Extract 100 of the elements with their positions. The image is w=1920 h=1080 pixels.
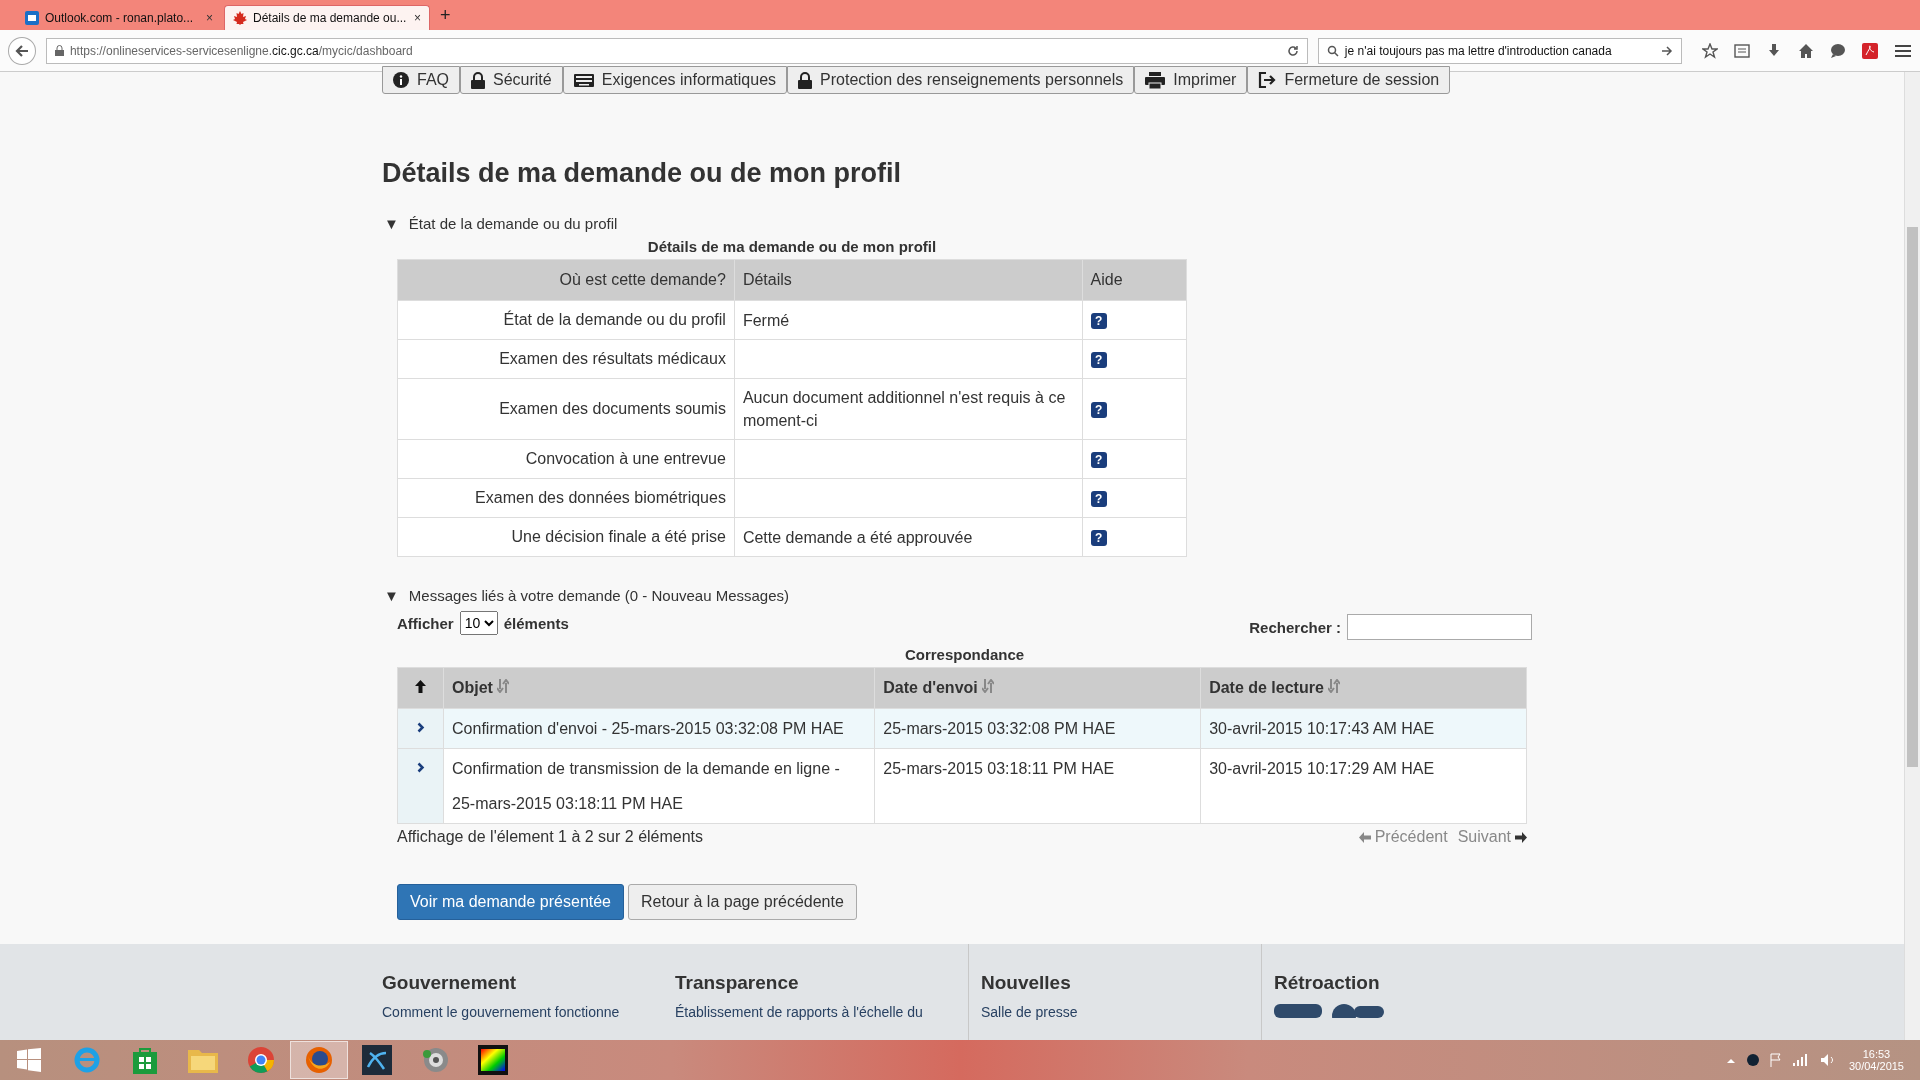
footer-link[interactable]: Comment le gouvernement fonctionne	[382, 1004, 675, 1020]
table-caption: Correspondance	[903, 646, 1026, 663]
table-cell: État de la demande ou du profil	[397, 300, 735, 340]
site-nav-link[interactable]: FAQ	[382, 66, 460, 94]
sort-up-icon[interactable]	[415, 680, 426, 693]
reload-icon[interactable]	[1286, 44, 1299, 57]
lock-icon	[54, 45, 64, 56]
search-field[interactable]: je n'ai toujours pas ma lettre d'introduction canada	[1317, 37, 1682, 64]
arrow-icon[interactable]	[1661, 44, 1673, 57]
footer-heading: Gouvernement	[382, 972, 518, 994]
mail-icon	[25, 11, 39, 25]
footer-heading: Nouvelles	[981, 972, 1072, 994]
windows-logo-icon	[17, 1048, 41, 1072]
star-icon[interactable]	[1702, 42, 1718, 59]
footer-link[interactable]: Établissement de rapports à l'échelle du	[675, 1004, 968, 1020]
table-caption: Détails de ma demande ou de mon profil	[646, 238, 938, 255]
close-tab-button[interactable]: ×	[414, 11, 421, 25]
table-cell: Examen des documents soumis	[397, 378, 735, 440]
collapse-toggle[interactable]: ▼	[384, 215, 399, 232]
search-label: Rechercher :	[1249, 618, 1341, 636]
table-cell: Cette demande a été approuvée	[734, 517, 1083, 557]
table-info: Affichage de l'élement 1 à 2 sur 2 éléments	[397, 828, 704, 846]
scrollbar[interactable]	[1904, 72, 1920, 1040]
site-nav-link[interactable]: Exigences informatiques	[562, 66, 788, 94]
section-toggle[interactable]: État de la demande ou du profil	[408, 215, 618, 232]
folder-icon	[188, 1047, 218, 1073]
table-cell: Confirmation d'envoi - 25-mars-2015 03:32:08 PM HAE	[443, 708, 875, 749]
page-size-select[interactable]: 10	[459, 611, 498, 635]
lock-icon	[798, 71, 813, 89]
browser-tab[interactable]: Détails de ma demande ou... ×	[224, 5, 430, 30]
browser-tab[interactable]: Outlook.com - ronan.plato... ×	[16, 5, 222, 30]
site-nav-link[interactable]: Sécurité	[460, 66, 563, 94]
firefox-icon	[305, 1046, 333, 1074]
back-button[interactable]: Retour à la page précédente	[628, 884, 857, 920]
search-input[interactable]	[1347, 614, 1532, 640]
column-header: Où est cette demande?	[397, 259, 735, 301]
new-tab-button[interactable]: +	[440, 4, 451, 26]
show-label: Afficher	[397, 614, 454, 632]
column-header[interactable]: Date de lecture	[1200, 667, 1527, 709]
pdf-icon[interactable]	[1862, 42, 1878, 59]
help-icon[interactable]: ?	[1090, 530, 1107, 546]
footer-link[interactable]: Salle de presse	[981, 1004, 1261, 1020]
url-text: https://onlineservices-servicesenligne.cic.gc.ca/mycic/dashboard	[69, 43, 413, 58]
right-arrow-icon	[1515, 831, 1527, 843]
table-cell: Examen des résultats médicaux	[397, 339, 735, 379]
table-cell: Fermé	[734, 300, 1083, 340]
info-icon	[393, 72, 409, 88]
footer-heading: Transparence	[675, 972, 800, 994]
store-icon	[132, 1046, 158, 1074]
help-icon[interactable]: ?	[1090, 452, 1107, 468]
collapse-toggle[interactable]: ▼	[384, 587, 399, 604]
sort-icon	[497, 679, 510, 693]
search-icon	[1326, 44, 1339, 57]
column-header[interactable]: Objet	[443, 667, 875, 709]
app-icon	[362, 1045, 392, 1075]
printer-icon	[1145, 71, 1166, 89]
help-icon[interactable]: ?	[1090, 352, 1107, 368]
table-cell: Aucun document additionnel n'est requis à ce moment-ci	[734, 378, 1083, 440]
sort-icon	[1328, 679, 1341, 693]
taskbar-app[interactable]	[290, 1041, 348, 1079]
clock-time: 16:53	[1862, 1048, 1891, 1060]
menu-icon[interactable]	[1894, 42, 1912, 59]
chrome-icon	[247, 1046, 275, 1074]
section-toggle[interactable]: Messages liés à votre demande (0 - Nouveau Messages)	[408, 587, 790, 604]
table-cell: Convocation à une entrevue	[397, 439, 735, 479]
expand-icon[interactable]	[416, 762, 425, 773]
reading-list-icon[interactable]	[1734, 42, 1750, 59]
table-cell: Une décision finale a été prise	[397, 517, 735, 557]
lock-icon	[471, 71, 485, 89]
back-button[interactable]	[8, 36, 36, 65]
entries-label: éléments	[503, 614, 569, 632]
column-header: Aide	[1082, 259, 1187, 301]
keyboard-icon	[573, 73, 594, 87]
browser-icon	[73, 1046, 101, 1074]
help-icon[interactable]: ?	[1090, 491, 1107, 507]
table-cell: Examen des données biométriques	[397, 478, 735, 518]
expand-icon[interactable]	[416, 722, 425, 733]
maple-leaf-icon	[233, 11, 247, 25]
site-nav-link[interactable]: Fermeture de session	[1247, 66, 1451, 94]
page-heading: Détails de ma demande ou de mon profil	[382, 158, 903, 189]
scrollbar-thumb[interactable]	[1907, 227, 1918, 767]
close-tab-button[interactable]: ×	[206, 11, 213, 25]
sort-icon	[982, 679, 995, 693]
column-header[interactable]: Date d'envoi	[874, 667, 1201, 709]
table-cell: 30-avril-2015 10:17:29 AM HAE	[1200, 748, 1527, 824]
logout-icon	[1258, 71, 1277, 89]
column-header: Détails	[734, 259, 1083, 301]
site-nav-link[interactable]: Protection des renseignements personnels	[787, 66, 1135, 94]
home-icon[interactable]	[1798, 42, 1814, 59]
primary-button[interactable]: Voir ma demande présentée	[397, 884, 624, 920]
address-bar[interactable]: https://onlineservices-servicesenligne.cic.gc.ca/mycic/dashboard	[45, 37, 1308, 64]
site-nav-link[interactable]: Imprimer	[1134, 66, 1248, 94]
table-cell: 25-mars-2015 03:18:11 PM HAE	[874, 748, 1201, 824]
footer-heading: Rétroaction	[1274, 972, 1381, 994]
help-icon[interactable]: ?	[1090, 402, 1107, 418]
disc-icon	[421, 1046, 449, 1074]
chat-icon[interactable]	[1830, 42, 1846, 59]
clock-date: 30/04/2015	[1848, 1060, 1904, 1072]
table-cell: Confirmation de transmission de la demande en ligne - 25-mars-2015 03:18:11 PM HAE	[443, 748, 875, 824]
help-icon[interactable]: ?	[1090, 313, 1107, 329]
